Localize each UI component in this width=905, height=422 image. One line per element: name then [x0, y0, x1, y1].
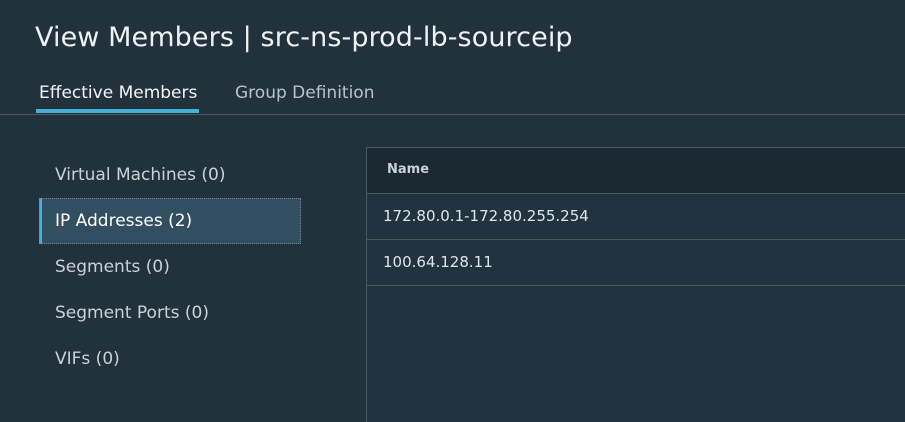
column-header-name[interactable]: Name — [367, 148, 905, 192]
table-cell-name: 100.64.128.11 — [383, 253, 493, 271]
table-row: 172.80.0.1-172.80.255.254 — [367, 194, 905, 240]
members-table: Name 172.80.0.1-172.80.255.254 100.64.12… — [366, 147, 905, 422]
view-members-page: View Members | src-ns-prod-lb-sourceip E… — [0, 0, 905, 422]
member-type-virtual-machines[interactable]: Virtual Machines (0) — [39, 152, 301, 198]
table-header: Name — [367, 148, 905, 194]
member-type-segments[interactable]: Segments (0) — [39, 244, 301, 290]
member-type-vifs[interactable]: VIFs (0) — [39, 336, 301, 382]
table-row: 100.64.128.11 — [367, 240, 905, 286]
tab-group-definition[interactable]: Group Definition — [235, 82, 374, 113]
tab-effective-members[interactable]: Effective Members — [36, 82, 199, 113]
page-title: View Members | src-ns-prod-lb-sourceip — [35, 22, 573, 53]
member-type-list: Virtual Machines (0) IP Addresses (2) Se… — [39, 152, 301, 382]
member-type-segment-ports[interactable]: Segment Ports (0) — [39, 290, 301, 336]
member-type-ip-addresses[interactable]: IP Addresses (2) — [39, 198, 301, 244]
tab-bar: Effective Members Group Definition — [0, 78, 905, 115]
table-cell-name: 172.80.0.1-172.80.255.254 — [383, 207, 589, 225]
